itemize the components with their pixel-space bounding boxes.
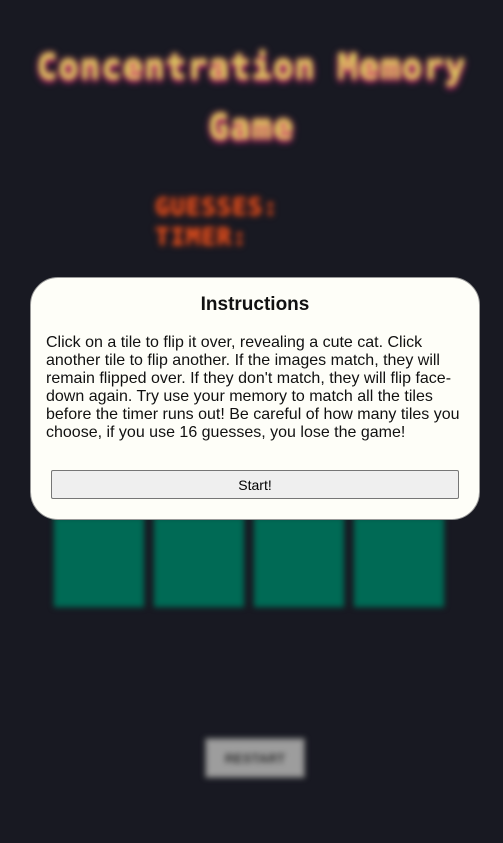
- instructions-text: Click on a tile to flip it over, reveali…: [46, 334, 460, 441]
- memory-tile[interactable]: [54, 517, 144, 607]
- stats-panel: GUESSES: TIMER:: [155, 192, 279, 252]
- instructions-modal: Instructions Click on a tile to flip it …: [30, 277, 480, 520]
- timer-label: TIMER:: [155, 223, 248, 251]
- start-button[interactable]: Start!: [51, 470, 459, 499]
- restart-button[interactable]: RESTART: [205, 738, 305, 778]
- memory-tile[interactable]: [254, 517, 344, 607]
- game-title: Concentration Memory Game: [36, 48, 467, 148]
- game-screen: Concentration Memory Game GUESSES: TIMER…: [0, 0, 503, 843]
- memory-tile[interactable]: [354, 517, 444, 607]
- modal-title: Instructions: [200, 294, 310, 315]
- guesses-label: GUESSES:: [155, 193, 279, 221]
- memory-tile[interactable]: [154, 517, 244, 607]
